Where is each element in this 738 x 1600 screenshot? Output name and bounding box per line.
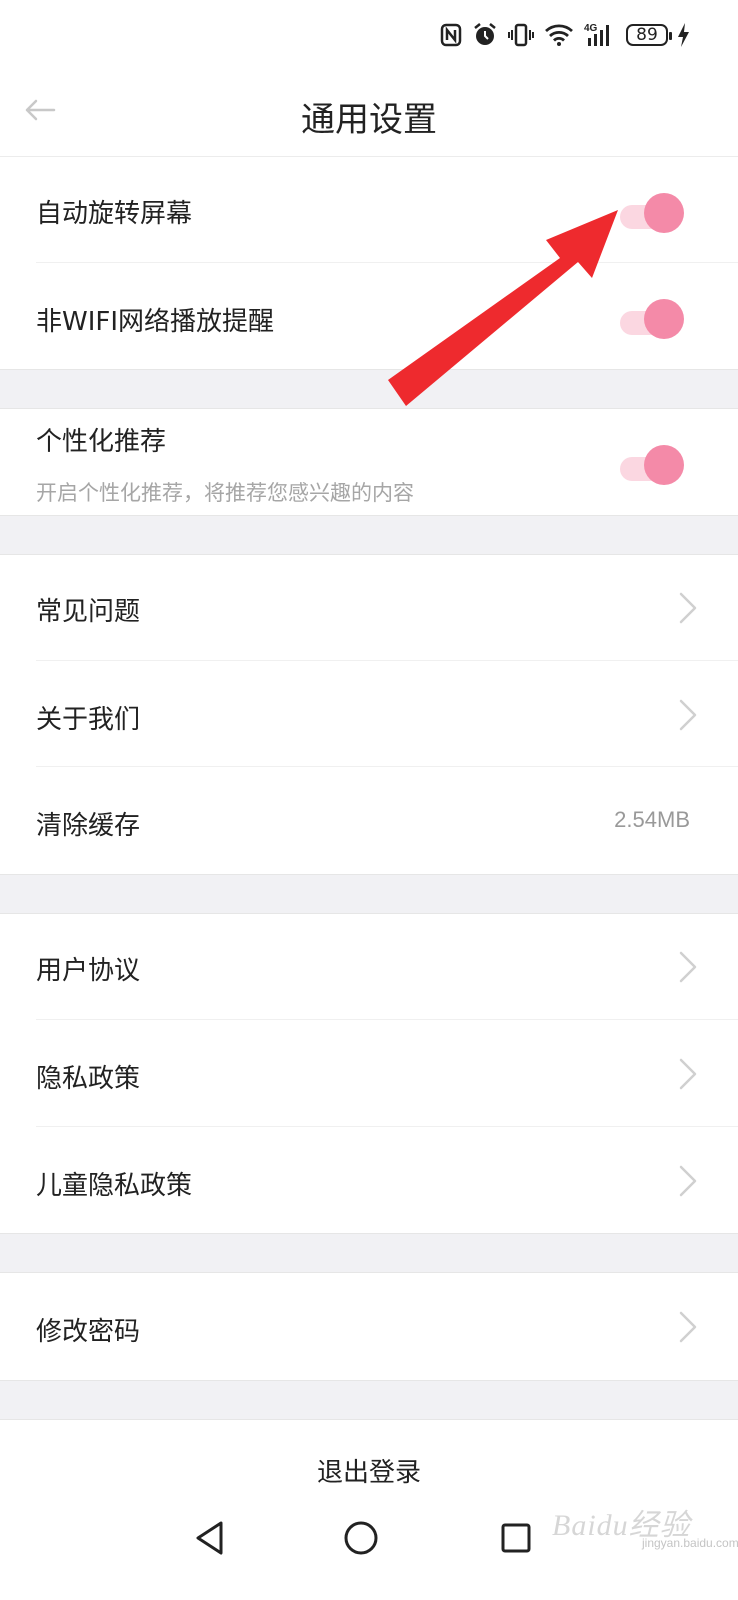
charging-icon bbox=[676, 22, 690, 48]
chevron-right-icon bbox=[679, 1058, 697, 1090]
battery-icon: 89 bbox=[626, 24, 672, 46]
setting-label: 儿童隐私政策 bbox=[36, 1171, 193, 1201]
setting-label: 自动旋转屏幕 bbox=[36, 199, 193, 229]
toggle-knob bbox=[644, 445, 684, 485]
header: 通用设置 bbox=[0, 72, 738, 158]
setting-label: 个性化推荐 bbox=[36, 427, 167, 457]
setting-user-agreement[interactable]: 用户协议 bbox=[0, 914, 738, 1020]
setting-child-privacy[interactable]: 儿童隐私政策 bbox=[0, 1127, 738, 1233]
setting-non-wifi-alert[interactable]: 非WIFI网络播放提醒 bbox=[0, 263, 738, 369]
setting-faq[interactable]: 常见问题 bbox=[0, 555, 738, 661]
setting-change-password[interactable]: 修改密码 bbox=[0, 1273, 738, 1380]
page-title: 通用设置 bbox=[301, 100, 437, 140]
chevron-right-icon bbox=[679, 592, 697, 624]
alarm-icon bbox=[472, 22, 498, 48]
setting-label: 常见问题 bbox=[36, 597, 141, 627]
setting-about[interactable]: 关于我们 bbox=[0, 661, 738, 767]
chevron-right-icon bbox=[679, 1311, 697, 1343]
setting-label: 清除缓存 bbox=[36, 811, 141, 841]
toggle-knob bbox=[644, 193, 684, 233]
setting-description: 开启个性化推荐，将推荐您感兴趣的内容 bbox=[36, 481, 414, 505]
setting-label: 关于我们 bbox=[36, 705, 141, 735]
setting-auto-rotate[interactable]: 自动旋转屏幕 bbox=[0, 157, 738, 263]
section-gap bbox=[0, 874, 738, 914]
nav-home-button[interactable] bbox=[331, 1508, 391, 1568]
setting-label: 隐私政策 bbox=[36, 1064, 141, 1094]
toggle-knob bbox=[644, 299, 684, 339]
watermark-url: jingyan.baidu.com bbox=[642, 1536, 738, 1550]
personalized-toggle[interactable] bbox=[620, 445, 684, 489]
svg-text:4G: 4G bbox=[584, 23, 598, 34]
status-bar: 4G 89 bbox=[0, 0, 738, 72]
setting-privacy-policy[interactable]: 隐私政策 bbox=[0, 1020, 738, 1127]
setting-label: 非WIFI网络播放提醒 bbox=[36, 307, 274, 337]
circle-home-icon bbox=[344, 1521, 378, 1555]
section-gap bbox=[0, 1380, 738, 1420]
chevron-right-icon bbox=[679, 951, 697, 983]
section-gap bbox=[0, 515, 738, 555]
square-recents-icon bbox=[501, 1523, 531, 1553]
nfc-icon bbox=[440, 23, 462, 47]
section-gap bbox=[0, 369, 738, 409]
setting-clear-cache[interactable]: 清除缓存 2.54MB bbox=[0, 767, 738, 874]
nav-back-button[interactable] bbox=[180, 1508, 240, 1568]
logout-button[interactable]: 退出登录 bbox=[0, 1452, 738, 1489]
chevron-right-icon bbox=[679, 1165, 697, 1197]
nav-recents-button[interactable] bbox=[486, 1508, 546, 1568]
setting-personalized[interactable]: 个性化推荐 开启个性化推荐，将推荐您感兴趣的内容 bbox=[0, 409, 738, 515]
section-gap bbox=[0, 1233, 738, 1273]
setting-label: 用户协议 bbox=[36, 956, 141, 986]
auto-rotate-toggle[interactable] bbox=[620, 193, 684, 237]
chevron-right-icon bbox=[679, 699, 697, 731]
cache-size-value: 2.54MB bbox=[614, 807, 690, 832]
signal-4g-icon: 4G bbox=[584, 22, 616, 48]
setting-label: 修改密码 bbox=[36, 1317, 141, 1347]
wifi-icon bbox=[544, 23, 574, 47]
non-wifi-alert-toggle[interactable] bbox=[620, 299, 684, 343]
vibrate-icon bbox=[508, 23, 534, 47]
triangle-back-icon bbox=[196, 1521, 223, 1555]
